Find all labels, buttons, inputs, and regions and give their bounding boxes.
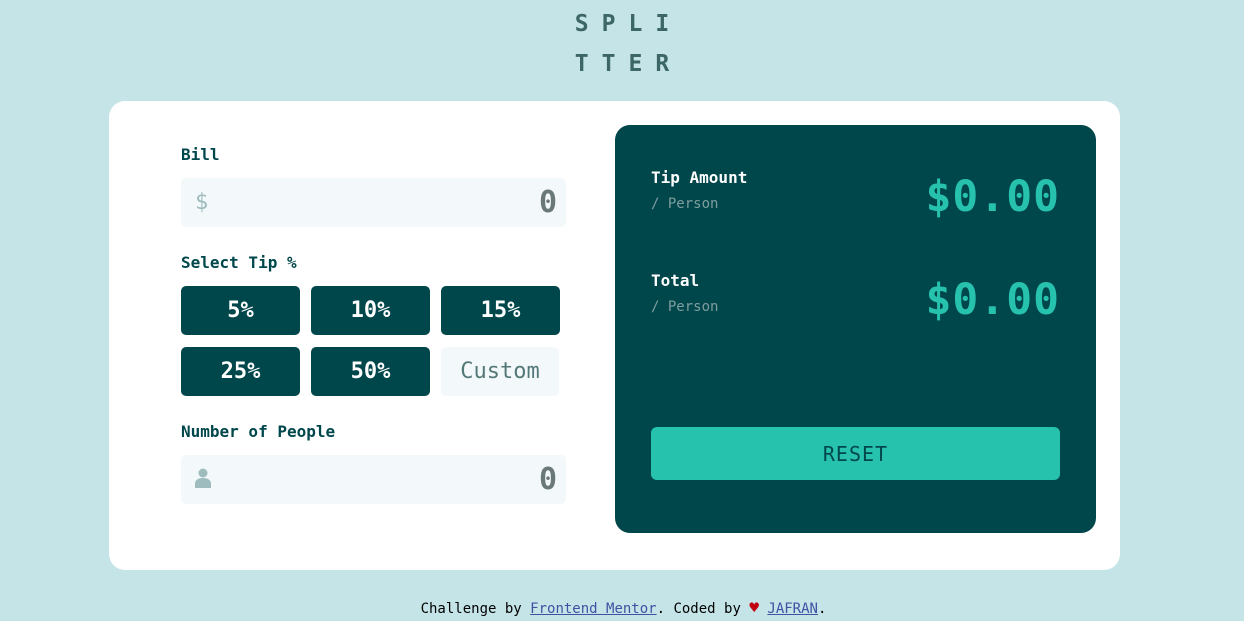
tip-button-15[interactable]: 15% — [441, 286, 560, 335]
frontend-mentor-link[interactable]: Frontend Mentor — [530, 601, 656, 617]
tip-button-10[interactable]: 10% — [311, 286, 430, 335]
footer-middle: . Coded by — [656, 601, 750, 617]
calculator-card: Bill $ 0 Select Tip % 5% 10% 15% 25% 50%… — [109, 101, 1120, 570]
custom-tip-input[interactable]: Custom — [441, 347, 559, 396]
tip-button-5[interactable]: 5% — [181, 286, 300, 335]
footer-prefix: Challenge by — [420, 601, 531, 617]
logo-line-1: SPLI — [574, 11, 683, 37]
dollar-icon: $ — [195, 190, 209, 215]
tip-button-25[interactable]: 25% — [181, 347, 300, 396]
bill-label: Bill — [181, 145, 220, 164]
tip-amount-value: $0.00 — [925, 172, 1060, 222]
tip-amount-label: Tip Amount — [651, 168, 748, 187]
people-value: 0 — [538, 462, 557, 497]
person-icon — [195, 468, 211, 492]
reset-button[interactable]: RESET — [651, 427, 1060, 480]
logo-line-2: TTER — [574, 51, 683, 77]
total-per-person: / Person — [651, 299, 719, 315]
total-label: Total — [651, 271, 700, 290]
people-input[interactable]: 0 — [181, 455, 566, 504]
total-value: $0.00 — [925, 275, 1060, 325]
tip-options: 5% 10% 15% 25% 50% Custom — [181, 286, 560, 396]
attribution-footer: Challenge by Frontend Mentor. Coded by ♥… — [0, 598, 1244, 617]
people-label: Number of People — [181, 422, 336, 441]
heart-icon: ♥ — [749, 598, 759, 617]
tip-button-50[interactable]: 50% — [311, 347, 430, 396]
select-tip-label: Select Tip % — [181, 253, 297, 272]
author-link[interactable]: JAFRAN — [767, 601, 818, 617]
bill-input[interactable]: $ 0 — [181, 178, 566, 227]
app-logo: SPLI TTER — [0, 4, 1244, 84]
results-panel: Tip Amount / Person $0.00 Total / Person… — [615, 125, 1096, 533]
tip-amount-per-person: / Person — [651, 196, 719, 212]
bill-value: 0 — [538, 185, 557, 220]
footer-suffix: . — [817, 601, 827, 617]
